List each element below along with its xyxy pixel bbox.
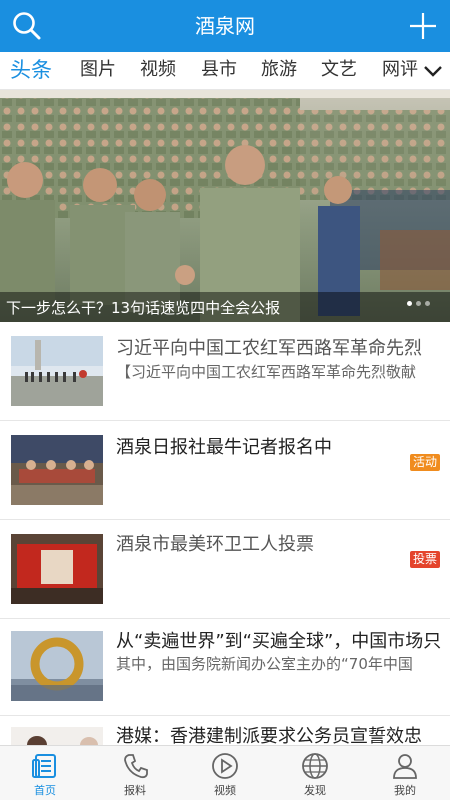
nav-home[interactable]: 首页 [0, 746, 90, 800]
nav-discover-label: 发现 [304, 784, 326, 797]
nav-video[interactable]: 视频 [180, 746, 270, 800]
plus-icon [410, 13, 436, 39]
news-item[interactable]: 酒泉市最美环卫工人投票 投票 [0, 520, 450, 619]
bottom-navigation: 首页 报料 视频 发现 我的 [0, 745, 450, 800]
channel-tabs: 头条 图片 视频 县市 旅游 文艺 网评 [0, 52, 450, 90]
tab-arts[interactable]: 文艺 [321, 52, 357, 90]
activity-badge: 活动 [409, 454, 440, 471]
carousel-dot [425, 301, 430, 306]
news-title: 习近平向中国工农红军西路军革命先烈 [116, 338, 422, 359]
news-item[interactable]: 酒泉日报社最牛记者报名中 活动 [0, 421, 450, 520]
nav-report-label: 报料 [124, 784, 146, 797]
news-title: 从“卖遍世界”到“买遍全球”，中国市场只 [116, 631, 442, 652]
news-thumbnail [11, 534, 103, 604]
news-title: 酒泉市最美环卫工人投票 [116, 534, 314, 555]
carousel-dot [416, 301, 421, 306]
phone-icon [124, 754, 148, 779]
nav-discover[interactable]: 发现 [270, 746, 360, 800]
tab-counties[interactable]: 县市 [201, 52, 237, 90]
nav-mine[interactable]: 我的 [360, 746, 450, 800]
app-title: 酒泉网 [195, 14, 255, 38]
news-item[interactable]: 习近平向中国工农红军西路军革命先烈 【习近平向中国工农红军西路军革命先烈敬献 [0, 322, 450, 421]
news-title: 港媒：香港建制派要求公务员宣誓效忠 [116, 726, 422, 745]
carousel-indicator [403, 291, 430, 310]
tab-travel[interactable]: 旅游 [261, 52, 297, 90]
app-header: 酒泉网 [0, 0, 450, 52]
nav-report[interactable]: 报料 [90, 746, 180, 800]
banner-photo [0, 90, 450, 322]
banner-caption[interactable]: 下一步怎么干？13句话速览四中全会公报 [6, 297, 280, 318]
user-icon [393, 754, 417, 779]
nav-mine-label: 我的 [394, 784, 416, 797]
news-summary: 【习近平向中国工农红军西路军革命先烈敬献 [116, 363, 417, 381]
news-thumbnail [11, 727, 103, 745]
add-button[interactable] [406, 9, 440, 43]
nav-video-label: 视频 [214, 784, 236, 797]
tab-comments[interactable]: 网评 [382, 52, 418, 90]
nav-home-label: 首页 [34, 784, 56, 797]
chevron-down-icon[interactable] [422, 61, 444, 81]
news-item[interactable]: 从“卖遍世界”到“买遍全球”，中国市场只 其中，由国务院新闻办公室主办的“70年… [0, 619, 450, 716]
tab-video[interactable]: 视频 [140, 52, 176, 90]
news-summary: 其中，由国务院新闻办公室主办的“70年中国 [116, 655, 413, 673]
globe-icon [302, 753, 328, 779]
vote-badge: 投票 [409, 551, 440, 568]
home-news-icon [32, 754, 56, 778]
news-title: 酒泉日报社最牛记者报名中 [116, 437, 332, 458]
play-icon [212, 753, 238, 779]
carousel-dot-active [407, 301, 412, 306]
news-thumbnail [11, 435, 103, 505]
tab-pictures[interactable]: 图片 [80, 52, 116, 90]
headline-banner[interactable]: 下一步怎么干？13句话速览四中全会公报 [0, 90, 450, 322]
news-thumbnail [11, 631, 103, 701]
news-item[interactable]: 港媒：香港建制派要求公务员宣誓效忠 [0, 716, 450, 745]
tab-headlines[interactable]: 头条 [10, 52, 52, 90]
news-thumbnail [11, 336, 103, 406]
